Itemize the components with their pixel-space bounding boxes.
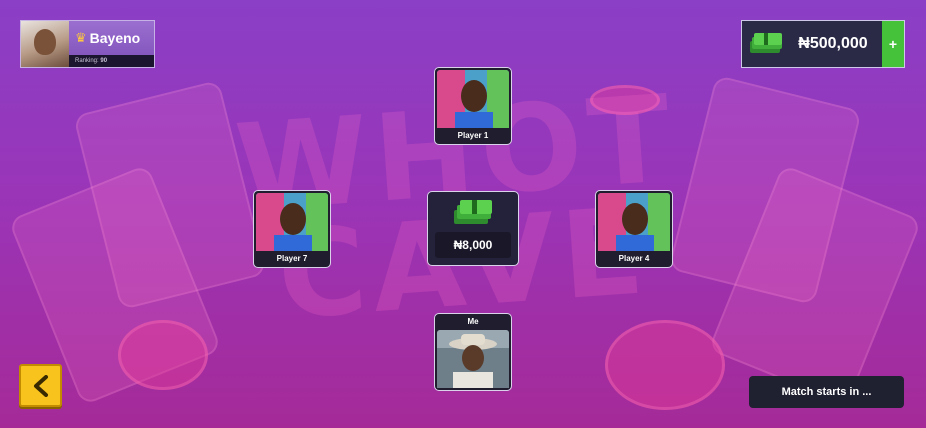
crown-icon: ♛ — [75, 30, 87, 45]
cash-icon — [454, 200, 492, 224]
player-seat-top[interactable]: Player 1 — [434, 67, 512, 145]
background-coin — [118, 320, 208, 390]
player-avatar — [598, 193, 670, 251]
profile-ranking: Ranking: 90 — [69, 55, 154, 67]
background-coin — [605, 320, 725, 410]
background-card — [668, 74, 862, 306]
wallet-balance: ₦500,000 + — [741, 20, 905, 68]
chevron-left-icon — [33, 374, 48, 397]
cash-icon — [750, 33, 782, 53]
balance-amount: ₦500,000 — [798, 35, 868, 52]
pot-amount: ₦8,000 — [435, 232, 511, 258]
back-button[interactable] — [19, 364, 62, 407]
player-seat-left[interactable]: Player 7 — [253, 190, 331, 268]
player-avatar — [256, 193, 328, 251]
avatar — [21, 21, 69, 67]
pot-display: ₦8,000 — [427, 191, 519, 266]
background-coin — [590, 85, 660, 115]
player-avatar — [437, 330, 509, 388]
player-seat-me[interactable]: Me — [434, 313, 512, 391]
player-name: Me — [467, 317, 479, 326]
player-name: Player 4 — [618, 254, 650, 263]
player-seat-right[interactable]: Player 4 — [595, 190, 673, 268]
ranking-label: Ranking: — [75, 58, 99, 64]
profile-name: Bayeno — [89, 30, 141, 46]
background-card — [708, 164, 922, 406]
profile-card[interactable]: ♛ Bayeno Ranking: 90 — [20, 20, 155, 68]
player-avatar — [437, 70, 509, 128]
background-card — [73, 79, 267, 311]
ranking-value: 90 — [100, 58, 108, 64]
match-status: Match starts in ... — [749, 376, 904, 408]
player-name: Player 7 — [276, 254, 308, 263]
player-name: Player 1 — [457, 131, 489, 140]
add-funds-button[interactable]: + — [882, 21, 904, 67]
